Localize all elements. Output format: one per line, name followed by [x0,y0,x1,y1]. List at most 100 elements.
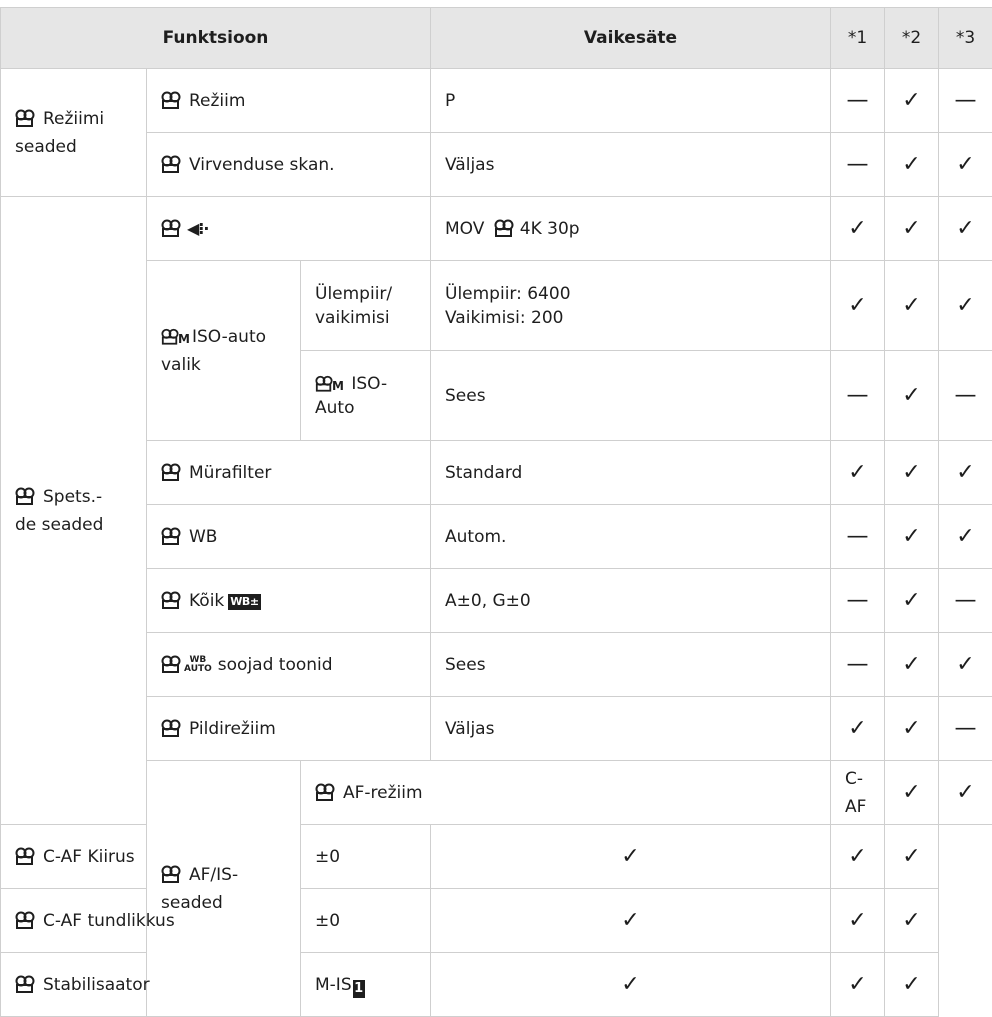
mark-1: — [831,133,885,197]
mark-3: ✓ [885,889,939,953]
mark-1: ✓ [831,197,885,261]
video-icon [15,847,35,865]
video-m-icon: M [315,375,344,392]
function-cell: Stabilisaator [1,953,301,1017]
group-label-cont: seaded [15,137,77,157]
video-icon [161,591,181,609]
mark-2: ✓ [885,351,939,441]
mark-3: ✓ [939,441,992,505]
table-row: Virvenduse skan. Väljas — ✓ ✓ [1,133,992,197]
default-value: P [431,69,831,133]
default-value: M-IS1 [301,953,431,1017]
mode-number-badge: 1 [353,980,365,998]
table-row: MISO-auto valik Ülempiir/vaikimisi Ülemp… [1,261,992,351]
video-icon [161,219,181,237]
mark-1: ✓ [885,761,939,825]
mark-1: ✓ [431,889,831,953]
table-row: Režiimi seaded Režiim P — ✓ — [1,69,992,133]
video-icon [161,655,181,673]
group-label-cont: de seaded [15,515,103,535]
settings-table: Funktsioon Vaikesäte *1 *2 *3 Režiimi se… [0,7,992,1017]
table-row: WBAUTOsoojad toonid Sees — ✓ ✓ [1,633,992,697]
mark-2: ✓ [885,441,939,505]
mark-3: ✓ [939,261,992,351]
mark-3: ✓ [939,505,992,569]
table-row: AF/IS- seaded AF-režiim C-AF ✓ ✓ ✓ [1,761,992,825]
mark-3: — [939,697,992,761]
mark-3: ✓ [939,197,992,261]
group-label: Režiimi [43,109,104,129]
function-cell: C-AF tundlikkus [1,889,301,953]
function-cell: Virvenduse skan. [147,133,431,197]
table-header: Funktsioon Vaikesäte *1 *2 *3 [1,8,992,69]
header-col-3: *3 [939,8,992,69]
mark-1: ✓ [431,953,831,1017]
mark-2: ✓ [885,505,939,569]
mark-1: — [831,69,885,133]
mark-3: — [939,569,992,633]
video-icon [315,783,335,801]
group-special-settings: Spets.- de seaded [1,197,147,825]
table-row: Mürafilter Standard ✓ ✓ ✓ [1,441,992,505]
table-row: WB Autom. — ✓ ✓ [1,505,992,569]
mark-3: — [939,351,992,441]
function-cell: WBAUTOsoojad toonid [147,633,431,697]
mark-2: ✓ [831,889,885,953]
mark-2: ✓ [939,761,992,825]
video-icon [161,865,181,883]
mark-2: ✓ [885,633,939,697]
mark-2: ✓ [885,197,939,261]
video-icon [15,975,35,993]
mark-1: ✓ [831,441,885,505]
mark-1: — [831,351,885,441]
function-cell: AF-režiim [301,761,831,825]
video-icon [161,719,181,737]
header-default: Vaikesäte [431,8,831,69]
table-row: Stabilisaator M-IS1 ✓ ✓ ✓ [1,953,992,1017]
mark-1: — [831,569,885,633]
default-value: A±0, G±0 [431,569,831,633]
table-row: Spets.- de seaded ◀⁝· MOV 4K 30p ✓ ✓ ✓ [1,197,992,261]
wb-compensation-icon: WB± [228,594,260,610]
video-icon [161,463,181,481]
mark-3: ✓ [885,825,939,889]
group-label: AF/IS- [189,865,238,885]
function-label: Virvenduse skan. [189,155,335,175]
mark-2: ✓ [885,133,939,197]
mark-1: ✓ [831,261,885,351]
function-label: Režiim [189,91,245,111]
video-icon [161,155,181,173]
function-cell: C-AF Kiirus [1,825,301,889]
default-value: Väljas [431,697,831,761]
function-cell: Režiim [147,69,431,133]
mark-2: ✓ [885,69,939,133]
mark-3: ✓ [939,133,992,197]
default-value: C-AF [831,761,885,825]
video-icon [15,911,35,929]
video-icon [161,527,181,545]
function-cell: KõikWB± [147,569,431,633]
header-function: Funktsioon [1,8,431,69]
table-row: KõikWB± A±0, G±0 — ✓ — [1,569,992,633]
wb-auto-icon: WBAUTO [184,656,212,674]
default-value: Sees [431,633,831,697]
mark-2: ✓ [831,953,885,1017]
group-mode-settings: Režiimi seaded [1,69,147,197]
mark-2: ✓ [885,569,939,633]
video-icon [15,487,35,505]
mark-2: ✓ [831,825,885,889]
function-cell: Mürafilter [147,441,431,505]
mark-1: — [831,505,885,569]
mark-3: — [939,69,992,133]
header-col-2: *2 [885,8,939,69]
table-row: C-AF Kiirus ±0 ✓ ✓ ✓ [1,825,992,889]
default-value: Autom. [431,505,831,569]
default-value: Väljas [431,133,831,197]
video-icon [161,91,181,109]
default-value: Standard [431,441,831,505]
function-cell: Pildirežiim [147,697,431,761]
mark-1: ✓ [831,697,885,761]
function-cell: WB [147,505,431,569]
mark-2: ✓ [885,261,939,351]
sub-function-cell: Ülempiir/vaikimisi [301,261,431,351]
